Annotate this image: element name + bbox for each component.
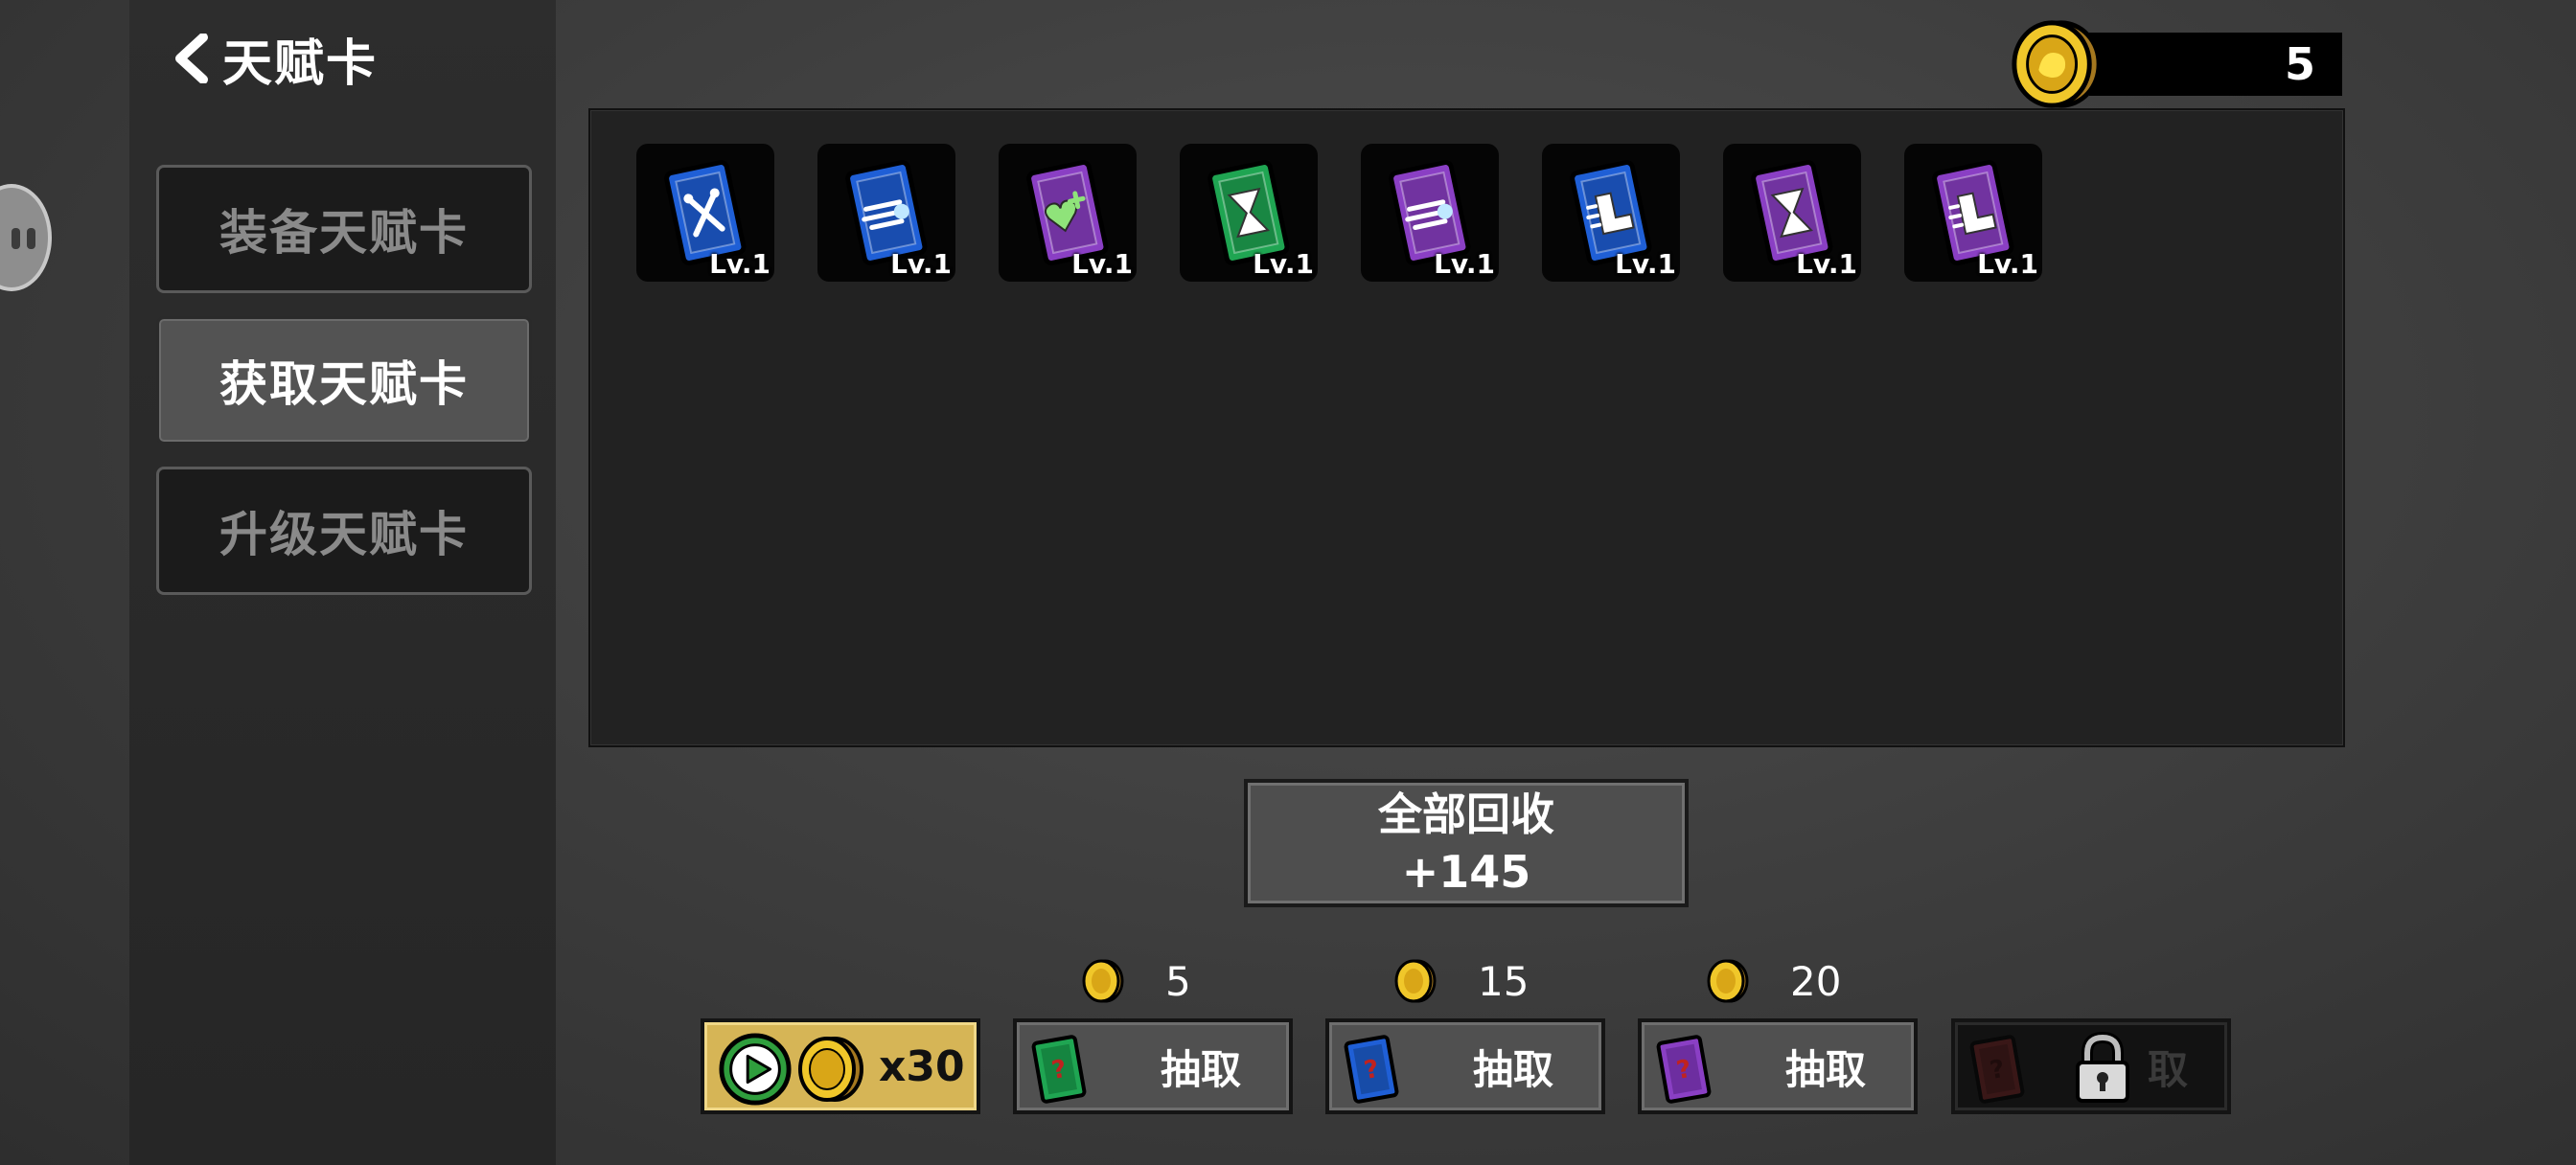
card-level: Lv.1 [1615,248,1676,280]
sidebar-item-label: 获取天赋卡 [219,356,469,412]
watch-ad-label: x30 [879,1041,965,1091]
mystery-card-icon: ? [1344,1035,1399,1104]
draw-green-button[interactable]: ? 抽取 [1013,1018,1293,1114]
price-purple: 20 [1704,954,1841,1008]
card-level: Lv.1 [1434,248,1495,280]
card-level: Lv.1 [1796,248,1857,280]
card-level: Lv.1 [890,248,952,280]
ear-left [12,228,20,249]
draw-label: 抽取 [1784,1045,1866,1093]
talent-card[interactable]: Lv.1 [1542,144,1680,282]
coin-count: 5 [2284,38,2315,90]
card-level: Lv.1 [1071,248,1133,280]
talent-card[interactable]: Lv.1 [817,144,955,282]
sidebar-item-equip[interactable]: 装备天赋卡 [156,165,532,293]
sidebar-item-label: 升级天赋卡 [219,507,469,562]
sidebar-item-upgrade[interactable]: 升级天赋卡 [156,467,532,595]
mystery-card-icon: ? [1969,1035,2025,1104]
mystery-card-icon: ? [1031,1035,1087,1104]
sidebar-item-obtain[interactable]: 获取天赋卡 [156,316,532,445]
talent-card[interactable]: Lv.1 [636,144,774,282]
card-level: Lv.1 [709,248,770,280]
price-value: 15 [1478,957,1530,1005]
price-green: 5 [1079,954,1191,1008]
coin-icon [1707,959,1749,1003]
coin-icon [798,1037,863,1102]
card-level: Lv.1 [1977,248,2038,280]
draw-label: 抽取 [1472,1045,1553,1093]
mystery-card-icon: ? [1656,1035,1712,1104]
price-value: 5 [1165,957,1191,1005]
talent-card[interactable]: Lv.1 [1904,144,2042,282]
talent-card[interactable]: Lv.1 [1361,144,1499,282]
sidebar-item-label: 装备天赋卡 [219,205,469,261]
coin-icon [2012,20,2102,108]
price-value: 20 [1790,957,1842,1005]
back-button[interactable]: 天赋卡 [171,25,379,93]
price-blue: 15 [1392,954,1529,1008]
coin-icon [1082,959,1124,1003]
draw-purple-button[interactable]: ? 抽取 [1638,1018,1918,1114]
recycle-all-value: +145 [1401,846,1531,898]
chevron-left-icon [175,34,208,83]
watch-ad-button[interactable]: x30 [701,1018,980,1114]
draw-locked-button[interactable]: ? 取 [1951,1018,2231,1114]
page-title: 天赋卡 [222,34,379,93]
floating-menu-button[interactable] [0,184,52,291]
recycle-all-button[interactable]: 全部回收 +145 [1244,779,1689,907]
talent-card[interactable]: Lv.1 [999,144,1137,282]
play-icon [719,1033,792,1106]
ear-right [27,228,35,249]
draw-label: 取 [2147,1045,2188,1093]
talent-card[interactable]: Lv.1 [1723,144,1861,282]
recycle-all-label: 全部回收 [1378,788,1554,840]
draw-blue-button[interactable]: ? 抽取 [1325,1018,1605,1114]
coin-icon [1394,959,1437,1003]
talent-card[interactable]: Lv.1 [1180,144,1318,282]
card-level: Lv.1 [1253,248,1314,280]
draw-label: 抽取 [1160,1045,1241,1093]
